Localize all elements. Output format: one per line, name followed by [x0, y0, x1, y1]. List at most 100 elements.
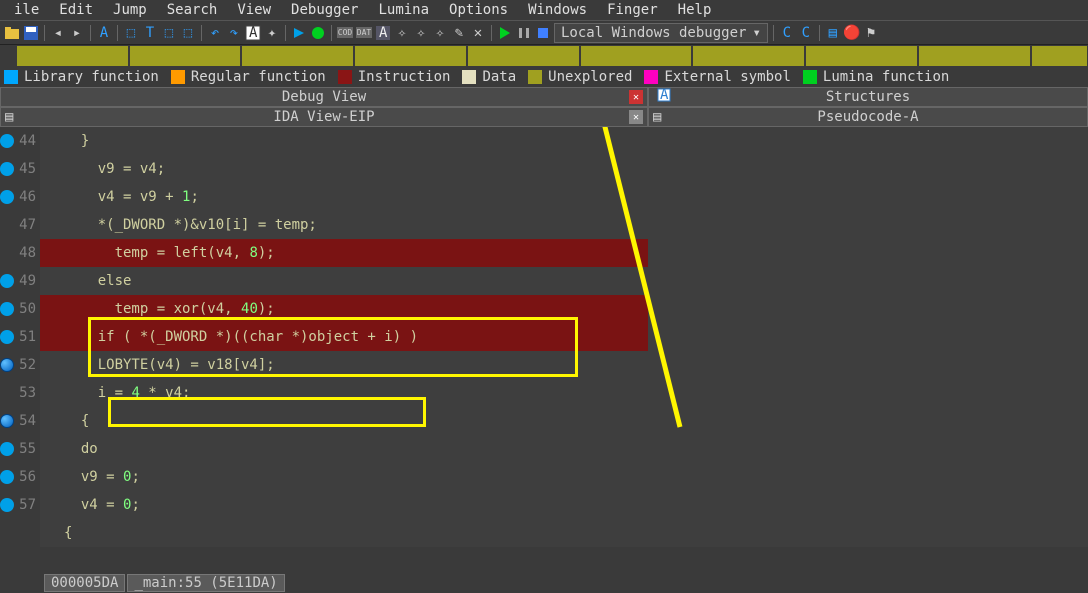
subtab-label: IDA View-EIP: [273, 109, 374, 125]
menu-item[interactable]: Search: [157, 2, 228, 18]
redo-icon[interactable]: ↷: [226, 25, 242, 41]
pseudocode-pane[interactable]: [648, 127, 1088, 547]
wand-icon[interactable]: ✧: [394, 25, 410, 41]
flag-icon[interactable]: ⚑: [863, 25, 879, 41]
code-line[interactable]: {: [40, 407, 648, 435]
menu-item[interactable]: ile: [4, 2, 49, 18]
wand-minus-icon[interactable]: ✧: [413, 25, 429, 41]
code-line[interactable]: v4 = v9 + 1;: [40, 183, 648, 211]
c-icon[interactable]: C: [779, 25, 795, 41]
legend-label: Library function: [24, 69, 159, 85]
code-line[interactable]: else: [40, 267, 648, 295]
line-number[interactable]: 57: [0, 491, 36, 519]
close-icon[interactable]: ✕: [629, 90, 643, 104]
subtab-ida-view[interactable]: ▤ IDA View-EIP ✕: [0, 107, 648, 127]
cross-icon[interactable]: ✕: [470, 25, 486, 41]
code-line[interactable]: if ( *(_DWORD *)((char *)object + i) ): [40, 323, 648, 351]
line-number[interactable]: 49: [0, 267, 36, 295]
c2-icon[interactable]: C: [798, 25, 814, 41]
breakpoint-dot[interactable]: [0, 442, 14, 456]
breakpoint-dot[interactable]: [0, 358, 14, 372]
undo-icon[interactable]: ↶: [207, 25, 223, 41]
menu-item[interactable]: Lumina: [368, 2, 439, 18]
line-number[interactable]: 47: [0, 211, 36, 239]
menu-item[interactable]: Jump: [103, 2, 157, 18]
breakpoint-dot[interactable]: [0, 302, 14, 316]
menu-item[interactable]: Finger: [597, 2, 668, 18]
box-a-icon[interactable]: A: [245, 25, 261, 41]
line-number[interactable]: 45: [0, 155, 36, 183]
breakpoint-dot[interactable]: [0, 330, 14, 344]
struct-icon: A: [657, 88, 671, 106]
line-number[interactable]: 55: [0, 435, 36, 463]
nav-fwd-icon[interactable]: ▸: [69, 25, 85, 41]
breakpoint-dot[interactable]: [0, 190, 14, 204]
line-number[interactable]: [0, 519, 36, 547]
nav-back-icon[interactable]: ◂: [50, 25, 66, 41]
hex-n-icon[interactable]: ⬚: [161, 25, 177, 41]
code-icon[interactable]: COD: [337, 25, 353, 41]
menu-item[interactable]: Windows: [518, 2, 597, 18]
breakpoint-dot[interactable]: [0, 274, 14, 288]
line-number[interactable]: 56: [0, 463, 36, 491]
open-icon[interactable]: [4, 25, 20, 41]
menu-item[interactable]: Options: [439, 2, 518, 18]
tab-debug-view[interactable]: Debug View ✕: [0, 87, 648, 107]
tab-structures[interactable]: A Structures: [648, 87, 1088, 107]
code-line[interactable]: }: [40, 127, 648, 155]
code-line[interactable]: temp = xor(v4, 40);: [40, 295, 648, 323]
blue-tri-icon[interactable]: [291, 25, 307, 41]
subtab-pseudocode[interactable]: ▤ Pseudocode-A: [648, 107, 1088, 127]
green-dot-icon[interactable]: [310, 25, 326, 41]
legend-swatch: [803, 70, 817, 84]
binary-icon[interactable]: ⬚: [123, 25, 139, 41]
code-line[interactable]: v9 = v4;: [40, 155, 648, 183]
save-icon[interactable]: [23, 25, 39, 41]
list-icon[interactable]: ▤: [825, 25, 841, 41]
line-number[interactable]: 44: [0, 127, 36, 155]
pause-icon[interactable]: [516, 25, 532, 41]
code-line[interactable]: LOBYTE(v4) = v18[v4];: [40, 351, 648, 379]
code-line[interactable]: *(_DWORD *)&v10[i] = temp;: [40, 211, 648, 239]
code-line[interactable]: v4 = 0;: [40, 491, 648, 519]
nav-bar[interactable]: [0, 45, 1088, 67]
text-a-icon[interactable]: A: [96, 25, 112, 41]
edit-icon[interactable]: ✎: [451, 25, 467, 41]
bp-red-icon[interactable]: 🔴: [844, 25, 860, 41]
menu-item[interactable]: Debugger: [281, 2, 368, 18]
line-number[interactable]: 50: [0, 295, 36, 323]
star-icon[interactable]: ✦: [264, 25, 280, 41]
breakpoint-dot[interactable]: [0, 498, 14, 512]
line-number[interactable]: 48: [0, 239, 36, 267]
menu-item[interactable]: Edit: [49, 2, 103, 18]
hex-t-icon[interactable]: T: [142, 25, 158, 41]
code-line[interactable]: v9 = 0;: [40, 463, 648, 491]
wand-plus-icon[interactable]: ✧: [432, 25, 448, 41]
breakpoint-dot[interactable]: [0, 134, 14, 148]
code-view[interactable]: } v9 = v4; v4 = v9 + 1; *(_DWORD *)&v10[…: [40, 127, 648, 547]
close-icon[interactable]: ✕: [629, 110, 643, 124]
legend-swatch: [171, 70, 185, 84]
breakpoint-dot[interactable]: [0, 162, 14, 176]
box-a2-icon[interactable]: A: [375, 25, 391, 41]
master-tabs: Debug View ✕ A Structures: [0, 87, 1088, 107]
code-line[interactable]: {: [40, 519, 648, 547]
data-icon[interactable]: DAT: [356, 25, 372, 41]
line-number[interactable]: 52: [0, 351, 36, 379]
breakpoint-dot[interactable]: [0, 414, 14, 428]
stop-icon[interactable]: [535, 25, 551, 41]
code-line[interactable]: temp = left(v4, 8);: [40, 239, 648, 267]
run-icon[interactable]: [497, 25, 513, 41]
line-number[interactable]: 51: [0, 323, 36, 351]
menu-item[interactable]: View: [227, 2, 281, 18]
line-number[interactable]: 46: [0, 183, 36, 211]
line-number[interactable]: 54: [0, 407, 36, 435]
legend-label: Regular function: [191, 69, 326, 85]
debugger-select[interactable]: Local Windows debugger▾: [554, 23, 768, 43]
struct-icon[interactable]: ⬚: [180, 25, 196, 41]
menu-item[interactable]: Help: [668, 2, 722, 18]
breakpoint-dot[interactable]: [0, 470, 14, 484]
code-line[interactable]: i = 4 * v4;: [40, 379, 648, 407]
line-number[interactable]: 53: [0, 379, 36, 407]
code-line[interactable]: do: [40, 435, 648, 463]
